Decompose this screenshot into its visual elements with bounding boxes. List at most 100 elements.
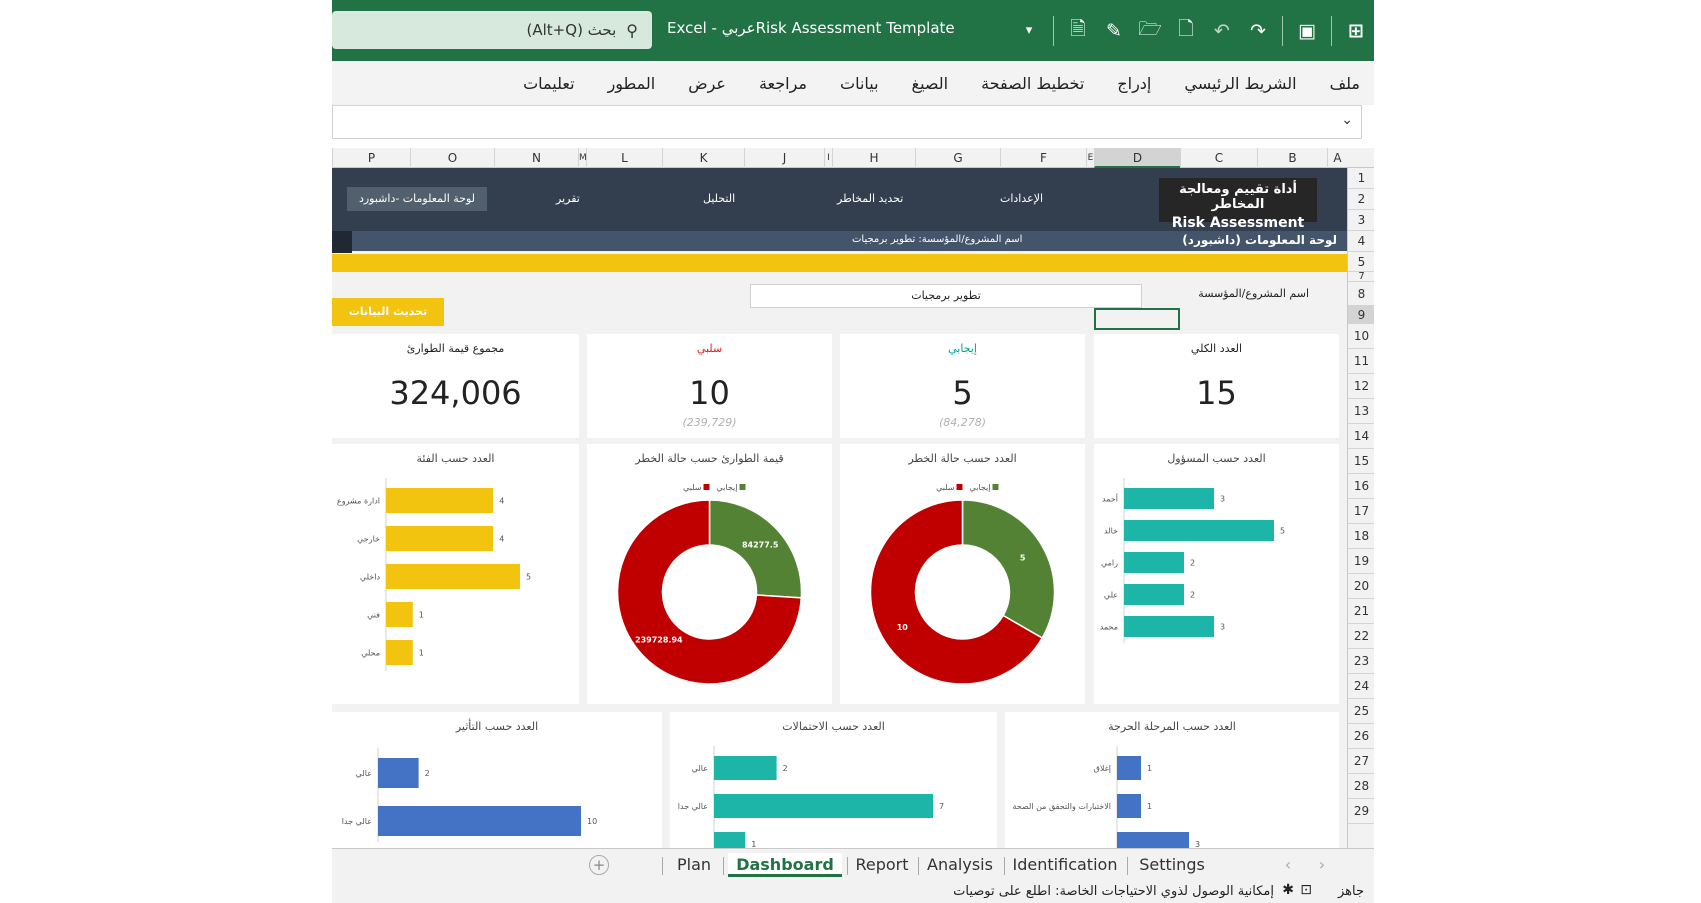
row-number[interactable]: 2 xyxy=(1348,189,1374,210)
scroll-left-icon[interactable]: ‹ xyxy=(1280,853,1296,877)
tab-file[interactable]: ملف xyxy=(1330,74,1360,93)
row-number[interactable]: 7 xyxy=(1348,272,1374,282)
tab-review[interactable]: مراجعة xyxy=(759,74,807,93)
chevron-down-icon[interactable]: ⌄ xyxy=(1341,112,1353,128)
selected-cell[interactable] xyxy=(1094,308,1180,330)
sheet-tab-identification[interactable]: Identification xyxy=(1010,853,1120,877)
tab-developer[interactable]: المطور xyxy=(608,74,656,93)
col-n[interactable]: N xyxy=(494,148,578,168)
worksheet[interactable]: أداة تقييم ومعالجة المخاطر Risk Assessme… xyxy=(332,168,1347,848)
row-number[interactable]: 27 xyxy=(1348,749,1374,774)
sheet-tab-settings[interactable]: Settings xyxy=(1132,853,1212,877)
tab-page-layout[interactable]: تخطيط الصفحة xyxy=(981,74,1084,93)
row-number[interactable]: 13 xyxy=(1348,399,1374,424)
bar xyxy=(1124,584,1184,605)
tab-view[interactable]: عرض xyxy=(688,74,726,93)
row-number[interactable]: 26 xyxy=(1348,724,1374,749)
bar xyxy=(386,602,413,627)
row-number[interactable]: 4 xyxy=(1348,231,1374,252)
col-p[interactable]: P xyxy=(332,148,410,168)
col-e[interactable]: E xyxy=(1086,148,1094,168)
row-number[interactable]: 19 xyxy=(1348,549,1374,574)
new-file-icon[interactable]: 🗋 xyxy=(1168,0,1204,61)
bar xyxy=(714,756,777,780)
chart-by-impact: العدد حسب التأثير عالي 2 عالي جدا 10 xyxy=(332,712,662,848)
col-m[interactable]: M xyxy=(578,148,587,168)
data-label: 2 xyxy=(1190,559,1195,568)
kpi-positive-label: إيجابي xyxy=(948,342,977,355)
tab-formulas[interactable]: الصيغ xyxy=(912,74,949,93)
col-i[interactable]: I xyxy=(824,148,832,168)
print-preview-icon[interactable]: 🗎 xyxy=(1060,0,1096,61)
tab-help[interactable]: تعليمات xyxy=(523,74,574,93)
row-number[interactable]: 16 xyxy=(1348,474,1374,499)
refresh-data-button[interactable]: تحديث البيانات xyxy=(332,298,444,326)
tab-data[interactable]: بيانات xyxy=(840,74,879,93)
row-number[interactable]: 22 xyxy=(1348,624,1374,649)
row-number[interactable]: 8 xyxy=(1348,282,1374,306)
row-number[interactable]: 20 xyxy=(1348,574,1374,599)
col-o[interactable]: O xyxy=(410,148,494,168)
add-sheet-icon[interactable]: + xyxy=(589,855,609,875)
col-f[interactable]: F xyxy=(1000,148,1086,168)
chevron-down-icon[interactable]: ▾ xyxy=(1011,0,1047,61)
legend-swatch xyxy=(703,484,710,490)
row-number[interactable]: 28 xyxy=(1348,774,1374,799)
search-icon: ⚲ xyxy=(626,20,638,40)
row-number[interactable]: 1 xyxy=(1348,168,1374,189)
chart-by-category: العدد حسب الفئة ادارة مشروع 4 خارجي 4 داخلي 5… xyxy=(332,444,579,704)
row-number[interactable]: 12 xyxy=(1348,374,1374,399)
tab-home[interactable]: الشريط الرئيسي xyxy=(1184,74,1296,93)
legend-label: إيجابي xyxy=(970,483,991,493)
open-folder-icon[interactable]: 🗁 xyxy=(1132,0,1168,61)
sheet-tab-report[interactable]: Report xyxy=(850,853,914,877)
col-j[interactable]: J xyxy=(744,148,824,168)
data-label: 7 xyxy=(939,802,944,811)
macro-icon[interactable]: ⊡ xyxy=(1300,882,1312,898)
tab-insert[interactable]: إدراج xyxy=(1117,74,1151,93)
row-number[interactable]: 29 xyxy=(1348,799,1374,824)
col-k[interactable]: K xyxy=(662,148,744,168)
nav-report[interactable]: تقرير xyxy=(556,192,580,205)
row-number[interactable]: 3 xyxy=(1348,210,1374,231)
col-c[interactable]: C xyxy=(1180,148,1257,168)
sheet-tab-plan[interactable]: Plan xyxy=(669,853,719,877)
col-g[interactable]: G xyxy=(915,148,1000,168)
row-number[interactable]: 15 xyxy=(1348,449,1374,474)
sheet-tab-dashboard[interactable]: Dashboard xyxy=(728,853,842,877)
nav-identification[interactable]: تحديد المخاطر xyxy=(837,192,903,205)
col-b[interactable]: B xyxy=(1257,148,1327,168)
formula-bar[interactable]: ⌄ xyxy=(332,105,1362,139)
project-name-field[interactable]: تطوير برمجيات xyxy=(750,284,1142,308)
col-h[interactable]: H xyxy=(832,148,915,168)
row-number[interactable]: 18 xyxy=(1348,524,1374,549)
category-label: أحمد xyxy=(1102,494,1118,504)
row-number[interactable]: 5 xyxy=(1348,252,1374,272)
accessibility-status[interactable]: إمكانية الوصول لذوي الاحتياجات الخاصة: ا… xyxy=(953,884,1274,899)
form-icon[interactable]: ✎ xyxy=(1096,0,1132,61)
nav-analysis[interactable]: التحليل xyxy=(703,192,735,205)
save-icon[interactable]: ▣ xyxy=(1289,0,1325,61)
col-d[interactable]: D xyxy=(1094,148,1180,168)
row-number[interactable]: 11 xyxy=(1348,349,1374,374)
row-number[interactable]: 24 xyxy=(1348,674,1374,699)
nav-dashboard-button[interactable]: لوحة المعلومات -داشبورد xyxy=(347,187,487,211)
data-label: 1 xyxy=(419,611,424,620)
row-number[interactable]: 14 xyxy=(1348,424,1374,449)
row-number[interactable]: 23 xyxy=(1348,649,1374,674)
search-box[interactable]: ⚲ بحث (Alt+Q) xyxy=(332,11,652,49)
redo-icon[interactable]: ↷ xyxy=(1240,0,1276,61)
row-number[interactable]: 10 xyxy=(1348,324,1374,349)
dashboard-nav-bar: أداة تقييم ومعالجة المخاطر Risk Assessme… xyxy=(332,168,1347,231)
col-a[interactable]: A xyxy=(1327,148,1347,168)
row-number[interactable]: 9 xyxy=(1348,306,1374,324)
nav-settings[interactable]: الإعدادات xyxy=(1000,192,1043,205)
row-number[interactable]: 17 xyxy=(1348,499,1374,524)
row-number[interactable]: 21 xyxy=(1348,599,1374,624)
sheet-tab-analysis[interactable]: Analysis xyxy=(922,853,998,877)
col-l[interactable]: L xyxy=(586,148,662,168)
accessibility-icon[interactable]: ✱ xyxy=(1282,882,1294,898)
row-number[interactable]: 25 xyxy=(1348,699,1374,724)
scroll-right-icon[interactable]: › xyxy=(1314,853,1330,877)
undo-icon[interactable]: ↶ xyxy=(1204,0,1240,61)
